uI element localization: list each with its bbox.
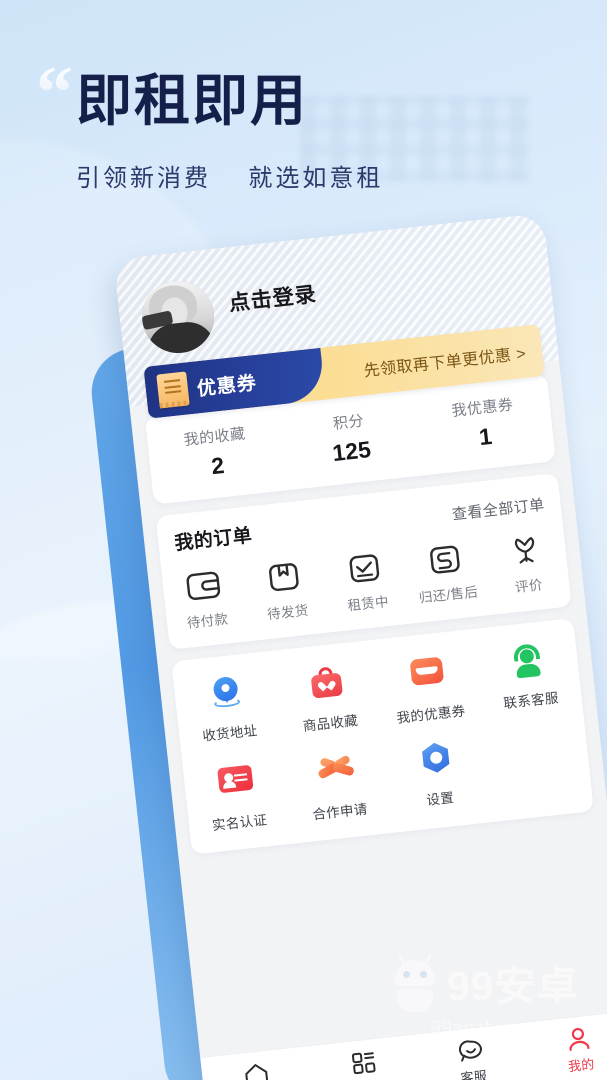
chat-icon [459,1040,482,1062]
view-all-orders-link[interactable]: 查看全部订单 [451,494,546,525]
order-status-label: 待付款 [186,611,229,631]
menu-item-empty-slot [484,723,592,804]
menu-item-label: 设置 [425,790,455,808]
coupon-ticket-icon [156,371,190,409]
order-status-renting[interactable]: 租赁中 [323,549,410,616]
order-status-pending-payment[interactable]: 待付款 [162,567,249,634]
coupon-cta-label[interactable]: 先领取再下单更优惠 > [322,338,543,386]
flower-icon [514,537,534,564]
avatar[interactable] [138,277,218,357]
order-status-label: 待发货 [266,602,310,623]
location-pin-icon [206,675,246,715]
quote-mark-icon: “ [36,52,73,134]
menu-item-shipping-address[interactable]: 收货地址 [173,669,281,750]
page-title: 即租即用 [76,69,308,132]
menu-item-label: 收货地址 [201,722,259,744]
login-button[interactable]: 点击登录 [227,278,318,317]
stat-coupons[interactable]: 我优惠券 1 [414,389,554,457]
menu-item-settings[interactable]: 设置 [383,733,491,814]
ticket-icon [407,656,447,696]
menu-item-label: 合作申请 [311,801,369,823]
order-status-return-aftersale[interactable]: 归还/售后 [403,540,490,607]
menu-item-partnership-application[interactable]: 合作申请 [283,744,391,825]
gear-hexagon-icon [416,741,456,781]
bottom-navigation: 首页 分类 客服 [200,1010,607,1080]
person-icon [569,1027,590,1052]
coupon-badge-label: 优惠券 [195,372,258,400]
screenshot-stage: “ 即租即用 引领新消费 就选如意租 点击登录 优惠券 先领取再下单更优惠 > … [0,0,607,1080]
hero-subtitle: 引领新消费 就选如意租 [76,158,383,193]
handshake-icon [316,754,356,794]
id-card-icon [216,764,256,805]
wallet-icon [186,571,221,600]
menu-item-product-favorites[interactable]: 商品收藏 [274,658,382,739]
orders-title: 我的订单 [173,525,254,555]
order-status-label: 归还/售后 [418,584,479,606]
home-icon [245,1064,269,1080]
menu-item-label: 商品收藏 [302,712,359,734]
heart-bag-icon [306,665,346,705]
nav-item-customer-service[interactable]: 客服 [416,1033,531,1080]
hero-subtitle-right: 就选如意租 [248,165,384,192]
menu-item-contact-service[interactable]: 联系客服 [474,636,582,717]
menu-grid-card: 收货地址 商品收藏 我的优惠券 联系客服 实名认证 合作申请 设置 [171,618,594,855]
orders-card: 我的订单 查看全部订单 待付款 待发货 租赁中 归还/售后 评价 [155,472,572,650]
order-status-review[interactable]: 评价 [483,532,570,599]
stat-favorites[interactable]: 我的收藏 2 [146,419,286,487]
nav-item-category[interactable]: 分类 [309,1045,424,1080]
return-arrow-icon [429,545,460,574]
nav-item-label: 我的 [567,1056,596,1075]
nav-item-label: 客服 [459,1068,488,1080]
order-status-pending-shipment[interactable]: 待发货 [242,558,329,625]
box-icon [269,563,299,592]
checkbox-icon [349,554,380,583]
menu-item-label: 实名认证 [211,812,268,834]
menu-item-label: 我的优惠券 [395,703,467,726]
phone-mockup: 点击登录 优惠券 先领取再下单更优惠 > 我的收藏 2 积分 125 我优惠券 [113,212,607,1080]
nav-item-home[interactable]: 首页 [201,1056,316,1080]
nav-item-profile[interactable]: 我的 [523,1021,607,1080]
menu-item-my-coupons[interactable]: 我的优惠券 [374,647,482,728]
stat-points[interactable]: 积分 125 [280,404,420,472]
hero-subtitle-left: 引领新消费 [76,165,211,192]
menu-item-label: 联系客服 [502,690,560,712]
order-status-label: 租赁中 [346,593,390,614]
headset-person-icon [507,643,547,683]
grid-icon [351,1052,376,1075]
menu-item-real-name-verification[interactable]: 实名认证 [183,755,291,836]
order-status-label: 评价 [514,577,544,596]
